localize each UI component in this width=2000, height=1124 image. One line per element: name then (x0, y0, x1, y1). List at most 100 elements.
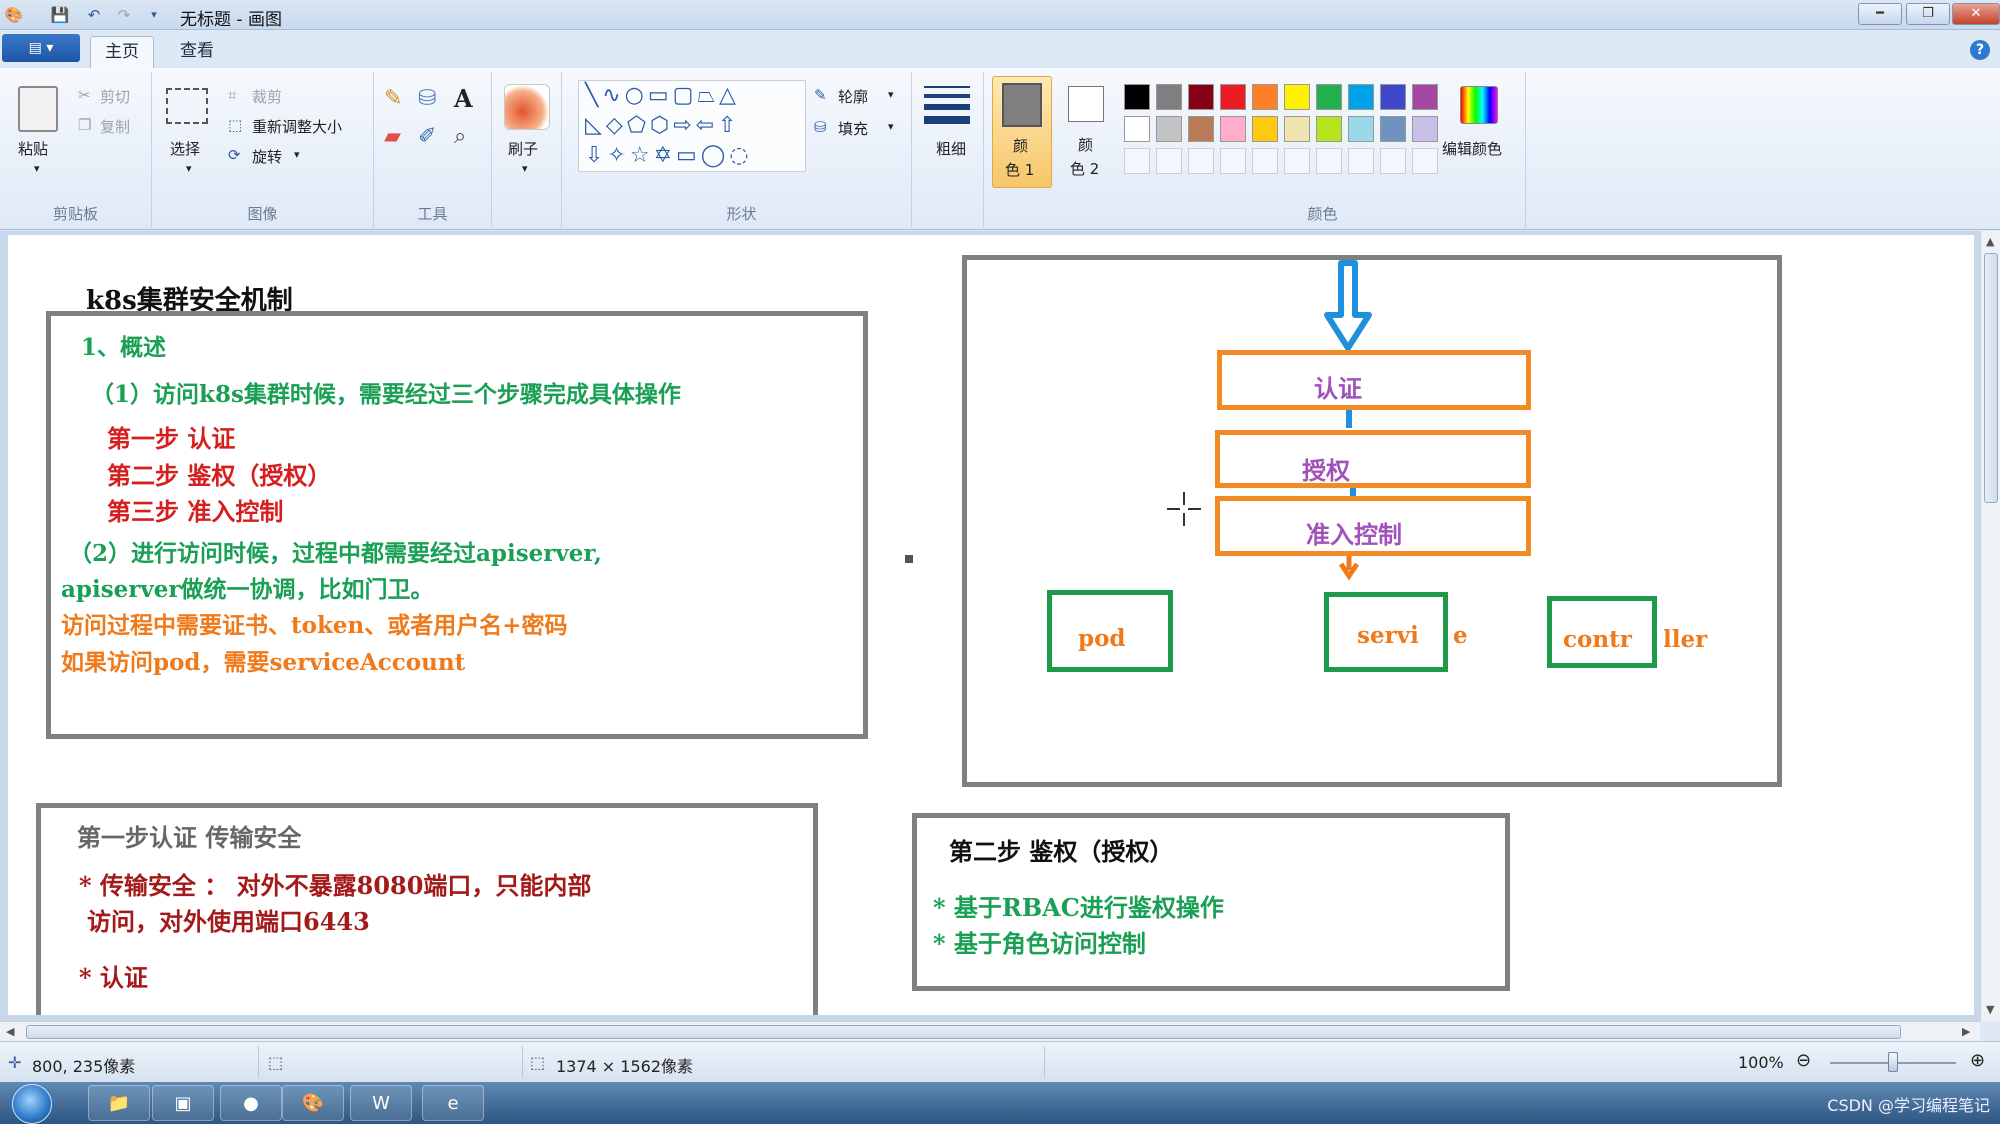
horizontal-scroll-thumb[interactable] (26, 1025, 1901, 1039)
fill-bucket-icon[interactable]: ⛁ (418, 86, 436, 111)
vertical-scroll-thumb[interactable] (1984, 253, 1998, 503)
fill-icon[interactable]: ⛁ (814, 118, 827, 136)
color1-selector[interactable]: 颜 色 1 (992, 76, 1052, 188)
crop-label[interactable]: 裁剪 (252, 86, 282, 107)
zoom-in-icon[interactable]: ⊕ (1970, 1050, 1985, 1071)
outline-dropdown-icon[interactable]: ▾ (888, 88, 894, 101)
select-label[interactable]: 选择 (170, 138, 200, 159)
line-size-icon[interactable] (924, 86, 970, 124)
shapes-row2-icon[interactable]: ◺◇⬠⬡⇨⇦⇧ (585, 113, 740, 138)
rotate-icon[interactable]: ⟳ (228, 146, 241, 164)
custom-color-slot[interactable] (1124, 148, 1150, 174)
color-swatch[interactable] (1412, 84, 1438, 110)
scroll-down-icon[interactable]: ▼ (1986, 1003, 1994, 1016)
custom-color-slot[interactable] (1316, 148, 1342, 174)
horizontal-scrollbar[interactable]: ◀ ▶ (0, 1021, 1980, 1041)
zoom-out-icon[interactable]: ⊖ (1796, 1050, 1811, 1071)
scroll-left-icon[interactable]: ◀ (6, 1025, 14, 1038)
outline-icon[interactable]: ✎ (814, 86, 827, 104)
select-icon[interactable] (166, 88, 208, 124)
color-swatch[interactable] (1412, 116, 1438, 142)
color-swatch[interactable] (1316, 116, 1342, 142)
custom-color-slot[interactable] (1348, 148, 1374, 174)
brush-dropdown-icon[interactable]: ▾ (522, 162, 528, 175)
color-swatch[interactable] (1188, 84, 1214, 110)
color-swatch[interactable] (1284, 116, 1310, 142)
fill-label[interactable]: 填充 (838, 118, 868, 139)
copy-label[interactable]: 复制 (100, 116, 130, 137)
paint-taskbar-icon[interactable]: 🎨 (282, 1085, 344, 1121)
color-swatch[interactable] (1220, 116, 1246, 142)
pencil-icon[interactable]: ✎ (384, 86, 402, 111)
help-icon[interactable]: ? (1970, 40, 1990, 60)
color-swatch[interactable] (1284, 84, 1310, 110)
app-taskbar-icon[interactable]: ● (220, 1085, 282, 1121)
color-swatch[interactable] (1124, 116, 1150, 142)
paste-label[interactable]: 粘贴 (18, 138, 48, 159)
custom-color-slot[interactable] (1252, 148, 1278, 174)
ie-taskbar-icon[interactable]: e (422, 1085, 484, 1121)
color-swatch[interactable] (1188, 116, 1214, 142)
magnifier-icon[interactable]: ⌕ (454, 124, 466, 149)
color-swatch[interactable] (1252, 84, 1278, 110)
fill-dropdown-icon[interactable]: ▾ (888, 120, 894, 133)
minimize-button[interactable]: ━ (1858, 3, 1902, 25)
quick-access-dropdown-icon[interactable]: ▾ (144, 5, 164, 25)
color-picker-icon[interactable]: ✐ (418, 124, 436, 149)
scroll-right-icon[interactable]: ▶ (1962, 1025, 1970, 1038)
custom-color-slot[interactable] (1284, 148, 1310, 174)
resize-label[interactable]: 重新调整大小 (252, 116, 342, 137)
color-swatch[interactable] (1252, 116, 1278, 142)
start-button[interactable] (12, 1084, 52, 1124)
paste-icon[interactable] (18, 86, 58, 132)
custom-color-slot[interactable] (1412, 148, 1438, 174)
brush-label[interactable]: 刷子 (508, 138, 538, 159)
color2-selector[interactable]: 颜 色 2 (1060, 76, 1116, 188)
color-swatch[interactable] (1380, 116, 1406, 142)
color-swatch[interactable] (1220, 84, 1246, 110)
paste-dropdown-icon[interactable]: ▾ (34, 162, 40, 175)
outline-label[interactable]: 轮廓 (838, 86, 868, 107)
zoom-slider-thumb[interactable] (1888, 1052, 1898, 1072)
shapes-row1-icon[interactable]: ╲∿○▭▢⏢△ (585, 83, 740, 108)
custom-color-slot[interactable] (1156, 148, 1182, 174)
resize-icon[interactable]: ⬚ (228, 116, 242, 134)
color-swatch[interactable] (1316, 84, 1342, 110)
color-swatch[interactable] (1156, 84, 1182, 110)
vertical-scrollbar[interactable]: ▲ ▼ (1980, 231, 2000, 1021)
scroll-up-icon[interactable]: ▲ (1986, 235, 1994, 248)
edit-colors-icon[interactable] (1460, 86, 1498, 124)
explorer-taskbar-icon[interactable]: 📁 (88, 1085, 150, 1121)
color-swatch[interactable] (1380, 84, 1406, 110)
copy-icon[interactable]: ❐ (78, 116, 91, 134)
tab-home[interactable]: 主页 (90, 36, 154, 68)
cut-label[interactable]: 剪切 (100, 86, 130, 107)
maximize-button[interactable]: ❐ (1906, 3, 1950, 25)
shapes-gallery[interactable]: ╲∿○▭▢⏢△ ◺◇⬠⬡⇨⇦⇧ ⇩✧☆✡▭◯◌ (578, 80, 806, 172)
cut-icon[interactable]: ✂ (78, 86, 91, 104)
shapes-row3-icon[interactable]: ⇩✧☆✡▭◯◌ (585, 143, 753, 168)
save-icon[interactable]: 💾 (50, 5, 70, 25)
text-tool-icon[interactable]: A (454, 84, 473, 113)
crop-icon[interactable]: ⌗ (228, 86, 236, 104)
media-taskbar-icon[interactable]: ▣ (152, 1085, 214, 1121)
redo-icon[interactable]: ↷ (114, 5, 134, 25)
undo-icon[interactable]: ↶ (84, 5, 104, 25)
custom-color-slot[interactable] (1220, 148, 1246, 174)
custom-color-slot[interactable] (1380, 148, 1406, 174)
word-taskbar-icon[interactable]: W (350, 1085, 412, 1121)
tab-view[interactable]: 查看 (166, 36, 228, 68)
color-swatch[interactable] (1348, 116, 1374, 142)
paint-app-icon[interactable]: 🎨 (4, 5, 24, 25)
size-label[interactable]: 粗细 (936, 138, 966, 159)
color-swatch[interactable] (1124, 84, 1150, 110)
rotate-dropdown-icon[interactable]: ▾ (294, 148, 300, 161)
brush-icon[interactable] (504, 84, 550, 130)
close-button[interactable]: ✕ (1952, 3, 2000, 25)
color-swatch[interactable] (1156, 116, 1182, 142)
rotate-label[interactable]: 旋转 (252, 146, 282, 167)
drawing-canvas[interactable]: k8s集群安全机制 1、概述 （1）访问k8s集群时候，需要经过三个步骤完成具体… (8, 235, 1974, 1015)
select-dropdown-icon[interactable]: ▾ (186, 162, 192, 175)
eraser-icon[interactable]: ▰ (384, 124, 401, 149)
custom-color-slot[interactable] (1188, 148, 1214, 174)
